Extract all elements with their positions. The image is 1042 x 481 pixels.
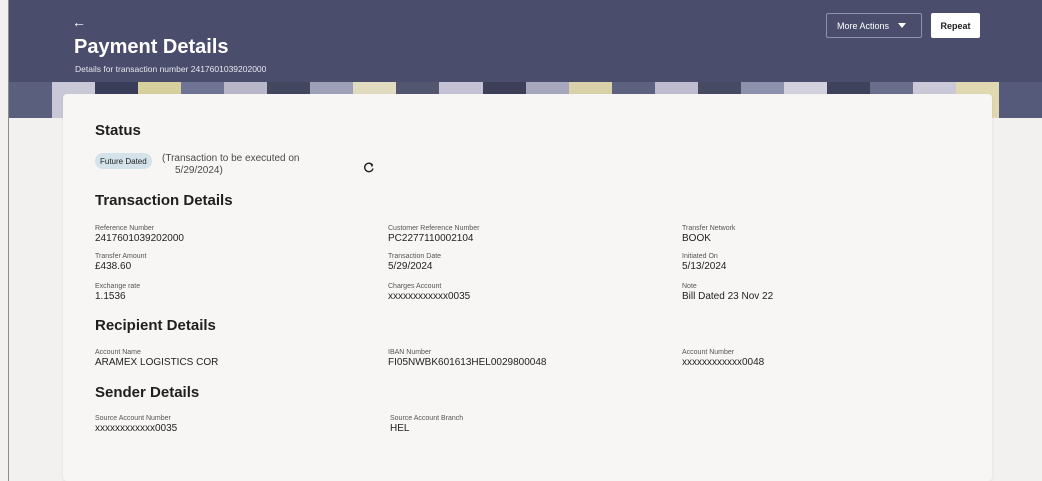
account-number-label: Account Number (682, 349, 735, 356)
page-subtitle: Details for transaction number 241760103… (75, 64, 267, 74)
customer-reference-number-label: Customer Reference Number (388, 225, 480, 232)
status-note: (Transaction to be executed on 5/29/2024… (162, 153, 322, 177)
status-note-line1: (Transaction to be executed on (162, 153, 300, 164)
charges-account-value: xxxxxxxxxxxx0035 (388, 291, 471, 302)
status-section-title: Status (95, 122, 141, 139)
note-label: Note (682, 283, 697, 290)
recipient-details-title: Recipient Details (95, 317, 216, 334)
transfer-network-value: BOOK (682, 233, 711, 244)
status-note-line2: 5/29/2024) (175, 165, 223, 176)
account-name-label: Account Name (95, 349, 141, 356)
transaction-date-value: 5/29/2024 (388, 261, 433, 272)
reference-number-label: Reference Number (95, 225, 155, 232)
repeat-button[interactable]: Repeat (931, 13, 980, 38)
charges-account-label: Charges Account (388, 283, 442, 290)
status-badge: Future Dated (95, 153, 152, 169)
transaction-date-label: Transaction Date (388, 253, 442, 260)
source-account-number-label: Source Account Number (95, 415, 171, 422)
transfer-amount-value: £438.60 (95, 261, 132, 272)
account-number-value: xxxxxxxxxxxx0048 (682, 357, 765, 368)
account-name-value: ARAMEX LOGISTICS COR (95, 357, 219, 368)
more-actions-label: More Actions (837, 20, 890, 31)
reference-number-value: 2417601039202000 (95, 233, 184, 244)
exchange-rate-value: 1.1536 (95, 291, 126, 302)
iban-number-label: IBAN Number (388, 349, 432, 356)
sender-details-title: Sender Details (95, 384, 200, 401)
source-account-number-value: xxxxxxxxxxxx0035 (95, 423, 178, 434)
source-account-branch-value: HEL (390, 423, 410, 434)
note-value: Bill Dated 23 Nov 22 (682, 291, 774, 302)
initiated-on-label: Initiated On (682, 253, 718, 260)
transfer-network-label: Transfer Network (682, 225, 736, 232)
initiated-on-value: 5/13/2024 (682, 261, 727, 272)
exchange-rate-label: Exchange rate (95, 283, 141, 290)
refresh-icon[interactable] (363, 162, 375, 174)
chevron-down-icon (898, 23, 907, 28)
back-arrow-icon[interactable]: ← (72, 14, 86, 30)
page-title: Payment Details (74, 36, 229, 58)
iban-number-value: FI05NWBK601613HEL0029800048 (388, 357, 547, 368)
transaction-details-title: Transaction Details (95, 192, 233, 209)
source-account-branch-label: Source Account Branch (390, 415, 464, 422)
customer-reference-number-value: PC2277110002104 (388, 233, 474, 244)
transfer-amount-label: Transfer Amount (95, 253, 147, 260)
more-actions-dropdown[interactable]: More Actions (826, 13, 922, 38)
